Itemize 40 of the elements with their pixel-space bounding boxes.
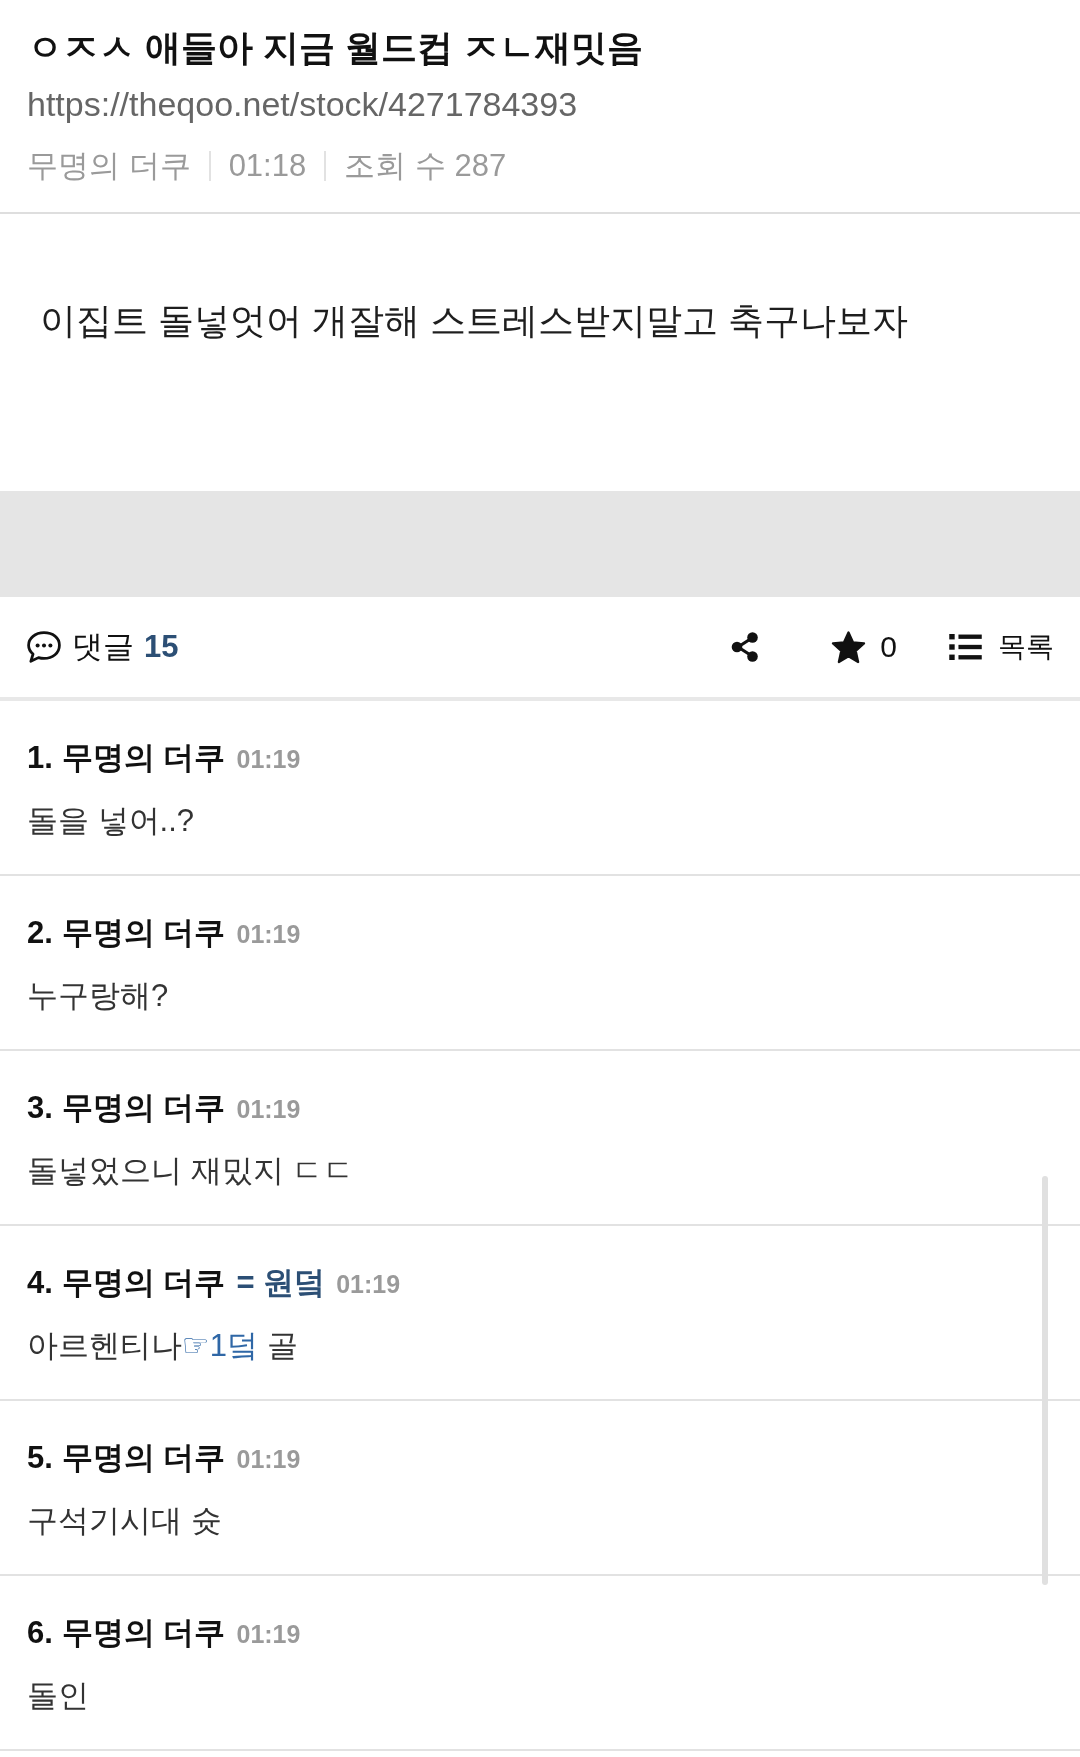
star-icon [831, 630, 867, 664]
comment-time: 01:19 [236, 1444, 301, 1475]
comment-author: 무명의 더쿠 [61, 914, 226, 952]
comment-time: 01:19 [236, 919, 301, 950]
star-button[interactable]: 0 [831, 630, 897, 664]
speech-bubble-icon [27, 631, 61, 663]
comment-time: 01:19 [236, 1619, 301, 1650]
comment-time: 01:19 [236, 1094, 301, 1125]
comment-number: 5. [27, 1439, 53, 1477]
comment-text: 돌인 [27, 1677, 90, 1715]
comment-text: 구석기시대 슛 [27, 1502, 223, 1540]
post-url[interactable]: https://theqoo.net/stock/4271784393 [27, 85, 578, 123]
author-name: 무명의 더쿠 [27, 147, 191, 185]
list-icon [949, 634, 982, 660]
reply-link[interactable]: ☞1덬 [182, 1328, 259, 1363]
post-body: 이집트 돌넣엇어 개잘해 스트레스받지말고 축구나보자 [40, 299, 909, 343]
comment-text: 아르헨티나☞1덬 골 [27, 1327, 299, 1365]
comment-author: 무명의 더쿠 [61, 1264, 226, 1302]
comment-text: 돌을 넣어..? [27, 802, 196, 840]
comment-number: 4. [27, 1264, 53, 1302]
post-title: ㅇㅈㅅ 애들아 지금 월드컵 ㅈㄴ재밋음 [27, 26, 644, 70]
scrollbar-thumb[interactable] [1042, 1176, 1048, 1585]
comment-text: 누구랑해? [27, 977, 170, 1015]
comment-author: 무명의 더쿠 [61, 1089, 226, 1127]
comment-author: 무명의 더쿠 [61, 1614, 226, 1652]
comment-author: 무명의 더쿠 [61, 739, 226, 777]
share-icon[interactable] [731, 632, 760, 662]
comment-author: 무명의 더쿠 [61, 1439, 226, 1477]
comment-text: 돌넣었으니 재밌지 ㄷㄷ [27, 1152, 356, 1190]
post-time: 01:18 [228, 148, 307, 184]
comment-time: 01:19 [336, 1269, 401, 1300]
comment-time: 01:19 [236, 744, 301, 775]
comment-number: 2. [27, 914, 53, 952]
comments-button[interactable]: 댓글 15 [27, 626, 179, 668]
view-count: 조회 수 287 [344, 147, 507, 185]
author-tag: = 원덬 [236, 1261, 326, 1305]
list-button[interactable]: 목록 [949, 628, 1054, 666]
comment-number: 1. [27, 739, 53, 777]
comment-number: 6. [27, 1614, 53, 1652]
comment-number: 3. [27, 1089, 53, 1127]
